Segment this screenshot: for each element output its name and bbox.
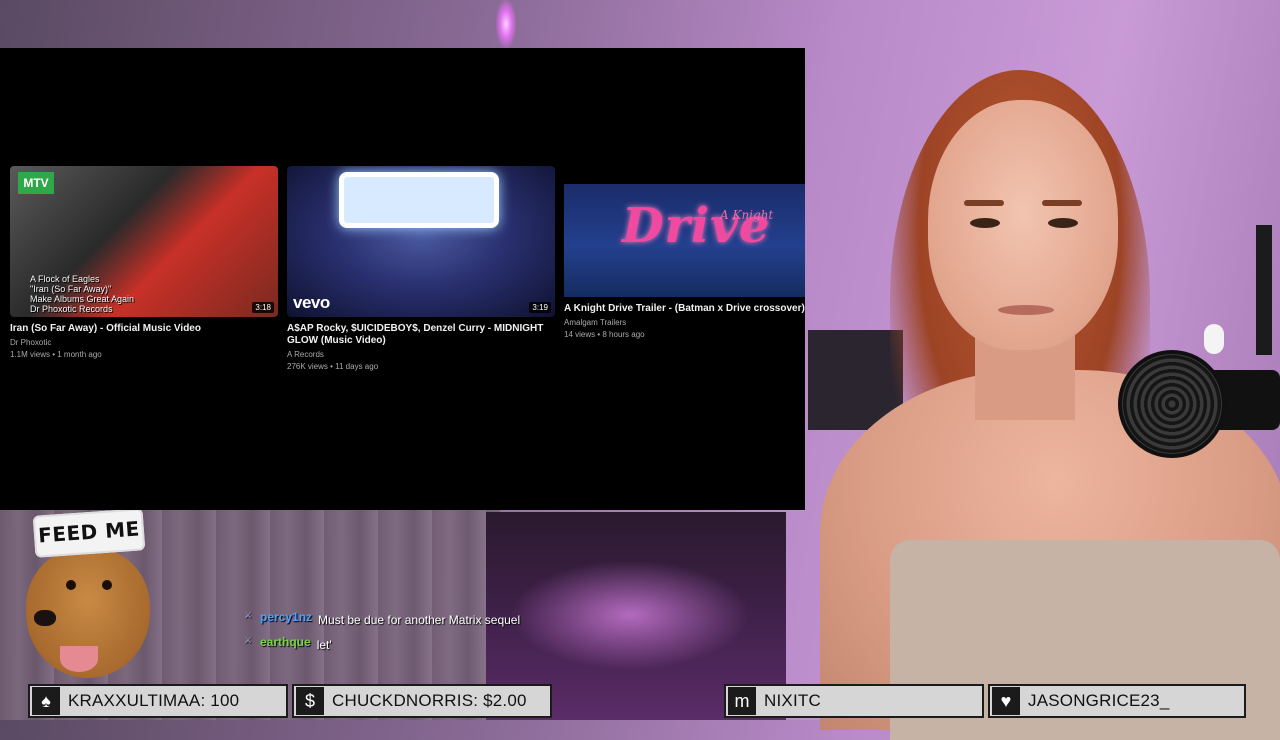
mic-head bbox=[1118, 350, 1226, 458]
m-icon: m bbox=[728, 687, 756, 715]
duration-badge: 3:19 bbox=[529, 302, 551, 313]
video-meta: 14 views • 8 hours ago bbox=[564, 330, 645, 339]
vevo-logo: vevo bbox=[293, 293, 330, 312]
feed-me-overlay: FEED ME bbox=[20, 508, 160, 682]
dog-icon bbox=[26, 548, 150, 678]
video-card[interactable]: vevo 3:19 A$AP Rocky, $UICIDEBOY$, Denze… bbox=[287, 166, 555, 371]
video-meta: 276K views • 11 days ago bbox=[287, 362, 379, 371]
video-title[interactable]: Iran (So Far Away) - Official Music Vide… bbox=[10, 323, 278, 335]
chat-message: ⚔ earthque let' bbox=[244, 635, 574, 656]
brow bbox=[964, 200, 1004, 206]
mic-arm bbox=[1256, 225, 1272, 355]
video-title[interactable]: A Knight Drive Trailer - (Batman x Drive… bbox=[564, 303, 832, 315]
channel-name[interactable]: A Records bbox=[287, 350, 555, 359]
streamer-face bbox=[928, 100, 1118, 350]
ticker-latest-sub: m NIXITC bbox=[724, 684, 984, 718]
channel-name[interactable]: Amalgam Trailers bbox=[564, 318, 832, 327]
spade-icon: ♠ bbox=[32, 687, 60, 715]
room-light bbox=[496, 0, 516, 48]
eye bbox=[1048, 218, 1078, 228]
chat-message: ⚔ percy1nz Must be due for another Matri… bbox=[244, 610, 574, 631]
moderator-icon: ⚔ bbox=[244, 635, 253, 645]
video-meta: 1.1M views • 1 month ago bbox=[10, 350, 102, 359]
feed-me-hat: FEED ME bbox=[32, 508, 146, 558]
heart-icon: ♥ bbox=[992, 687, 1020, 715]
chat-overlay: ⚔ percy1nz Must be due for another Matri… bbox=[244, 610, 574, 660]
thumbnail-caption: A Flock of Eagles "Iran (So Far Away)" M… bbox=[30, 274, 135, 314]
chat-text: Must be due for another Matrix sequel bbox=[318, 613, 521, 627]
feed-me-text: FEED ME bbox=[37, 516, 141, 548]
dog-nose bbox=[34, 610, 56, 626]
shades-graphic bbox=[339, 172, 499, 228]
ticker-text: NIXITC bbox=[764, 691, 821, 710]
dollar-icon: $ bbox=[296, 687, 324, 715]
video-thumbnail[interactable]: vevo 3:19 bbox=[287, 166, 555, 317]
video-panel: MTV A Flock of Eagles "Iran (So Far Away… bbox=[0, 48, 805, 510]
chat-username[interactable]: earthque bbox=[260, 635, 311, 649]
dog-eye bbox=[66, 580, 76, 590]
channel-name[interactable]: Dr Phoxotic bbox=[10, 338, 278, 347]
video-thumbnail[interactable]: Drive A Knight bbox=[564, 184, 805, 297]
ticker-latest-bits: ♠ KRAXXULTIMAA: 100 bbox=[28, 684, 288, 718]
brow bbox=[1042, 200, 1082, 206]
microphone bbox=[1118, 350, 1280, 460]
ticker-text: JASONGRICE23_ bbox=[1028, 691, 1170, 710]
mouth bbox=[998, 305, 1054, 315]
mtv-logo: MTV bbox=[18, 172, 54, 194]
video-card[interactable]: MTV A Flock of Eagles "Iran (So Far Away… bbox=[10, 166, 278, 359]
video-thumbnail[interactable]: MTV A Flock of Eagles "Iran (So Far Away… bbox=[10, 166, 278, 317]
chat-text: let' bbox=[316, 638, 332, 652]
ticker-text: KRAXXULTIMAA: 100 bbox=[68, 691, 240, 710]
video-title[interactable]: A$AP Rocky, $UICIDEBOY$, Denzel Curry - … bbox=[287, 323, 555, 347]
drive-title-art: Drive bbox=[622, 198, 771, 254]
dog-eye bbox=[102, 580, 112, 590]
ticker-latest-donation: $ CHUCKDNORRIS: $2.00 bbox=[292, 684, 552, 718]
chat-username[interactable]: percy1nz bbox=[260, 610, 312, 624]
moderator-icon: ⚔ bbox=[244, 610, 253, 620]
ticker-text: CHUCKDNORRIS: $2.00 bbox=[332, 691, 527, 710]
duration-badge: 3:18 bbox=[252, 302, 274, 313]
eye bbox=[970, 218, 1000, 228]
video-card[interactable]: Drive A Knight A Knight Drive Trailer - … bbox=[564, 166, 832, 339]
ticker-latest-follower: ♥ JASONGRICE23_ bbox=[988, 684, 1246, 718]
dog-tongue bbox=[60, 646, 98, 672]
drive-subtitle-art: A Knight bbox=[720, 208, 774, 222]
